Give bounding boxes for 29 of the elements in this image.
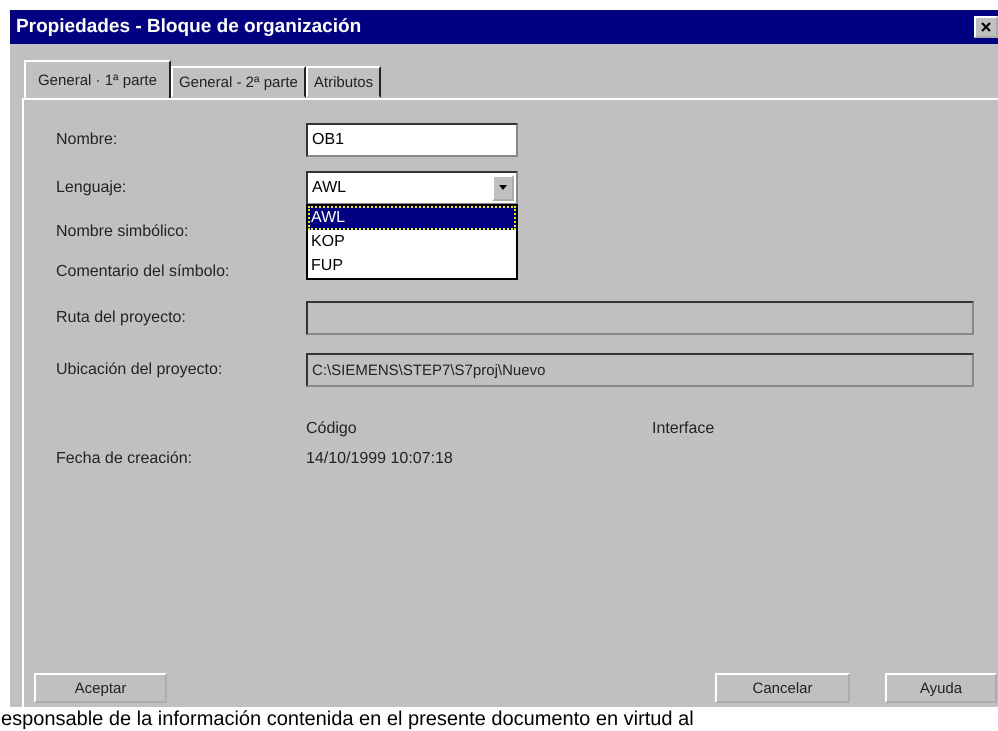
dialog-button[interactable]: Ayuda	[885, 673, 997, 703]
field-label: Comentario del símbolo:	[56, 263, 230, 281]
field-label: Ruta del proyecto:	[56, 309, 187, 327]
dropdown-option[interactable]: AWL	[308, 206, 516, 230]
dropdown-option[interactable]: KOP	[308, 230, 516, 254]
column-header: Código	[306, 420, 358, 438]
document-text: esponsable de la información contenida en el presente documento en virtud al	[1, 708, 695, 731]
path-field[interactable]: C:\SIEMENS\STEP7\S7proj\Nuevo	[306, 353, 974, 387]
column-header: Interface	[652, 420, 716, 438]
close-icon	[980, 21, 992, 33]
field-label: Ubicación del proyecto:	[56, 361, 224, 379]
dropdown-button[interactable]	[492, 175, 514, 201]
window-title: Propiedades - Bloque de organización	[16, 16, 362, 38]
tab[interactable]: General - 2ª parte	[170, 66, 306, 98]
date-label: Fecha de creación:	[56, 450, 194, 468]
close-button[interactable]	[974, 16, 998, 38]
dropdown-option[interactable]: FUP	[308, 254, 516, 278]
language-dropdown[interactable]: AWL	[306, 171, 518, 205]
dialog-button[interactable]: Aceptar	[34, 673, 167, 703]
field-label: Nombre simbólico:	[56, 223, 190, 241]
tab[interactable]: General · 1ª parte	[24, 60, 171, 100]
dialog-button[interactable]: Cancelar	[715, 673, 850, 703]
caret-icon	[498, 185, 508, 191]
field-label: Nombre:	[56, 131, 118, 149]
date-value: 14/10/1999 10:07:18	[306, 450, 454, 468]
field-label: Lenguaje:	[56, 179, 128, 197]
path-field[interactable]	[306, 301, 974, 335]
name-field[interactable]: OB1	[306, 123, 518, 157]
tab[interactable]: Atributos	[306, 66, 382, 98]
